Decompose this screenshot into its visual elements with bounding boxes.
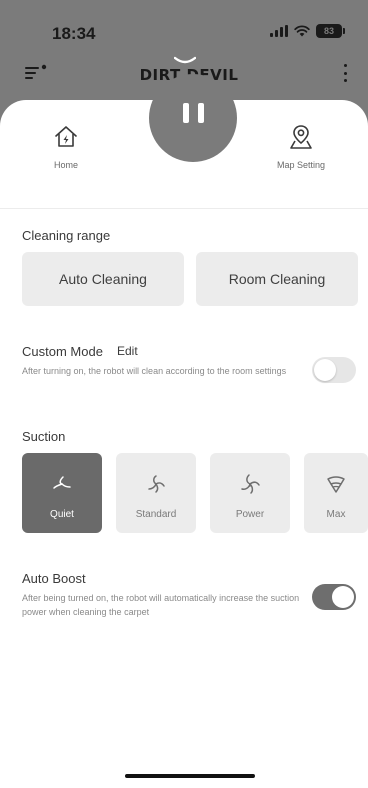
suction-title: Suction [22,429,66,444]
pause-button[interactable] [149,74,237,162]
toggle-knob [314,359,336,381]
map-pin-icon [290,125,312,149]
status-icons: 83 [270,24,345,38]
home-charge-icon [55,126,77,147]
map-setting-shortcut[interactable]: Map Setting [277,124,325,170]
room-cleaning-button[interactable]: Room Cleaning [196,252,358,306]
app-screen: 18:34 83 DIRT DEVIL Home Map Setting Cle… [0,0,368,788]
fan-quiet-icon [53,476,71,489]
custom-mode-description: After turning on, the robot will clean a… [22,366,287,376]
auto-boost-toggle[interactable] [312,584,356,610]
custom-mode-toggle[interactable] [312,357,356,383]
home-indicator[interactable] [125,774,255,778]
pause-bar-left [182,103,189,123]
more-options-icon[interactable] [342,64,348,82]
map-setting-label: Map Setting [277,160,326,170]
home-label: Home [53,160,78,170]
section-divider [0,208,368,209]
menu-icon[interactable] [25,64,47,82]
suction-power-button[interactable]: Power [210,453,290,533]
fan-standard-icon [148,475,165,493]
wifi-icon [294,25,310,37]
cleaning-range-title: Cleaning range [22,228,111,243]
suction-quiet-button[interactable]: Quiet [22,453,102,533]
fan-power-icon [241,474,260,494]
auto-boost-title: Auto Boost [22,571,86,586]
auto-boost-description: After being turned on, the robot will au… [22,593,300,617]
toggle-knob [332,586,354,608]
custom-mode-edit-link[interactable]: Edit [117,344,138,358]
suction-quiet-label: Quiet [50,509,74,520]
auto-cleaning-button[interactable]: Auto Cleaning [22,252,184,306]
suction-power-label: Power [235,509,265,520]
status-time: 18:34 [52,24,96,43]
suction-standard-label: Standard [135,509,177,520]
signal-icon [270,25,288,37]
suction-max-button[interactable]: Max [304,453,368,533]
suction-standard-button[interactable]: Standard [116,453,196,533]
brand-swoosh-icon [174,56,196,64]
fan-max-icon [327,476,345,493]
battery-icon: 83 [316,24,345,38]
custom-mode-title: Custom Mode [22,344,103,359]
home-shortcut[interactable]: Home [53,124,79,170]
status-bar: 18:34 83 [0,0,368,60]
control-panel [0,100,368,788]
pause-bar-right [197,103,204,123]
suction-max-label: Max [326,509,346,520]
